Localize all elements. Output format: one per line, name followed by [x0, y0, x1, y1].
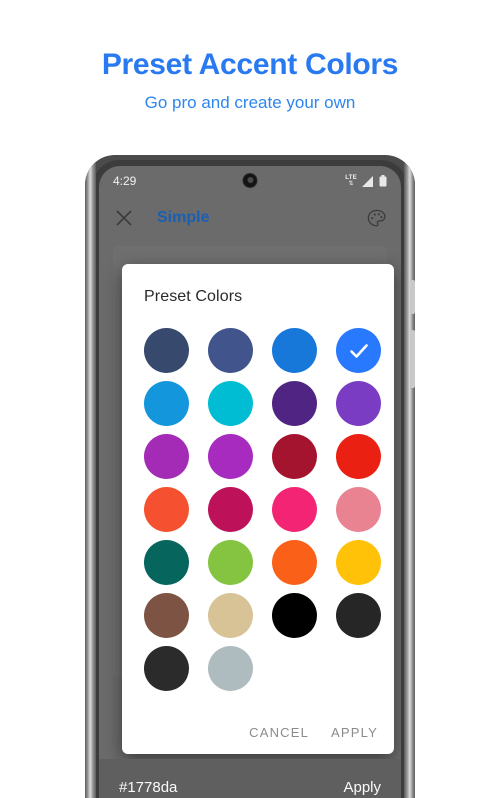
- lte-arrows: ⇅: [348, 181, 354, 187]
- check-icon: [349, 343, 368, 358]
- color-swatch-red[interactable]: [336, 434, 381, 479]
- status-bar: 4:29 LTE ⇅: [99, 166, 401, 196]
- phone-mockup: 4:29 LTE ⇅ Simple Preset Colors CANCEL A…: [85, 155, 415, 798]
- phone-volume-button[interactable]: [410, 330, 415, 388]
- color-swatch-magenta-purple[interactable]: [144, 434, 189, 479]
- page-subtitle: Go pro and create your own: [144, 93, 356, 112]
- color-swatch-medium-purple[interactable]: [336, 381, 381, 426]
- front-camera-icon: [242, 173, 258, 188]
- phone-screen: 4:29 LTE ⇅ Simple Preset Colors CANCEL A…: [99, 166, 401, 798]
- color-swatch-grid: [122, 306, 394, 691]
- phone-right-rail: [404, 155, 415, 798]
- phone-power-button[interactable]: [410, 280, 415, 314]
- color-swatch-indigo-blue[interactable]: [208, 328, 253, 373]
- color-swatch-teal-green[interactable]: [144, 540, 189, 585]
- color-swatch-charcoal[interactable]: [144, 646, 189, 691]
- palette-icon[interactable]: [365, 207, 387, 229]
- dialog-actions: CANCEL APPLY: [249, 725, 378, 740]
- color-swatch-bright-blue-selected[interactable]: [336, 328, 381, 373]
- dialog-title: Preset Colors: [144, 288, 243, 305]
- color-swatch-orange[interactable]: [272, 540, 317, 585]
- status-clock: 4:29: [113, 174, 137, 188]
- close-icon[interactable]: [113, 207, 135, 229]
- phone-bezel: 4:29 LTE ⇅ Simple Preset Colors CANCEL A…: [93, 160, 407, 798]
- color-swatch-raspberry[interactable]: [208, 487, 253, 532]
- app-bar-title: Simple: [157, 209, 210, 226]
- signal-bars-icon: [362, 175, 373, 187]
- color-swatch-azure-blue[interactable]: [272, 328, 317, 373]
- phone-left-rail: [85, 155, 96, 798]
- bottom-bar: #1778da Apply: [99, 759, 401, 798]
- color-swatch-black[interactable]: [272, 593, 317, 638]
- preset-colors-dialog: Preset Colors CANCEL APPLY: [122, 264, 394, 754]
- color-swatch-pink[interactable]: [272, 487, 317, 532]
- color-swatch-brown[interactable]: [144, 593, 189, 638]
- color-swatch-dark-gray[interactable]: [336, 593, 381, 638]
- color-swatch-salmon-pink[interactable]: [336, 487, 381, 532]
- color-swatch-light-blue[interactable]: [144, 381, 189, 426]
- color-swatch-dark-slate-blue[interactable]: [144, 328, 189, 373]
- cancel-button[interactable]: CANCEL: [249, 725, 309, 740]
- color-swatch-blue-gray[interactable]: [208, 646, 253, 691]
- screenshot-stage: Preset Accent Colors Go pro and create y…: [0, 0, 500, 798]
- color-swatch-light-green[interactable]: [208, 540, 253, 585]
- color-swatch-cyan[interactable]: [208, 381, 253, 426]
- page-title: Preset Accent Colors: [101, 48, 399, 81]
- lte-icon: LTE ⇅: [345, 175, 357, 187]
- bottom-apply-button[interactable]: Apply: [343, 779, 381, 796]
- color-swatch-deep-purple[interactable]: [272, 381, 317, 426]
- color-swatch-amber[interactable]: [336, 540, 381, 585]
- color-swatch-violet-purple[interactable]: [208, 434, 253, 479]
- battery-icon: [379, 175, 387, 187]
- app-bar: Simple: [99, 196, 401, 240]
- color-swatch-dark-crimson[interactable]: [272, 434, 317, 479]
- apply-button[interactable]: APPLY: [331, 725, 378, 740]
- status-indicators: LTE ⇅: [345, 175, 387, 187]
- hex-value-label: #1778da: [119, 778, 178, 796]
- promo-header: Preset Accent Colors Go pro and create y…: [0, 0, 500, 113]
- color-swatch-tomato[interactable]: [144, 487, 189, 532]
- color-swatch-khaki-tan[interactable]: [208, 593, 253, 638]
